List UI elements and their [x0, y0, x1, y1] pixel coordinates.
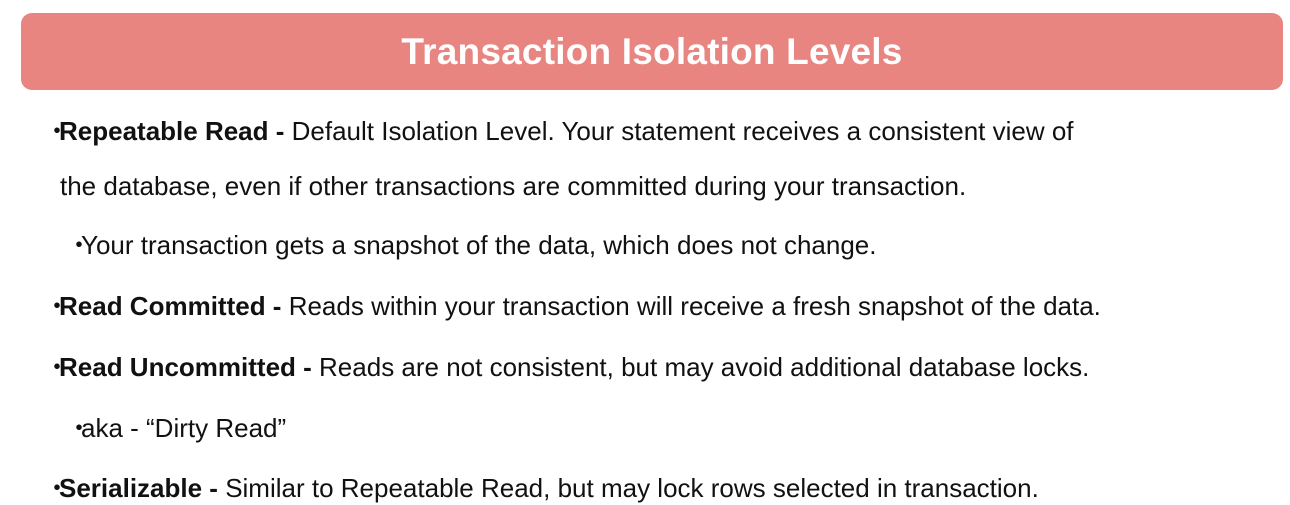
list-item-serializable: ・Serializable - Similar to Repeatable Re… [44, 471, 1039, 505]
sub-list-item-snapshot: ・Your transaction gets a snapshot of the… [66, 228, 876, 262]
term-label: Repeatable Read [59, 116, 269, 146]
sub-item-text: aka - “Dirty Read” [81, 413, 287, 443]
bullet-icon: ・ [66, 413, 93, 443]
list-item-repeatable-read: ・Repeatable Read - Default Isolation Lev… [44, 114, 1074, 148]
term-description: Reads within your transaction will recei… [288, 291, 1101, 321]
term-description: Similar to Repeatable Read, but may lock… [225, 473, 1039, 503]
term-label: Read Uncommitted [59, 352, 296, 382]
sub-list-item-dirty-read: ・aka - “Dirty Read” [66, 411, 286, 445]
term-description: Reads are not consistent, but may avoid … [319, 352, 1090, 382]
bullet-icon: ・ [44, 473, 71, 503]
bullet-icon: ・ [44, 352, 71, 382]
bullet-icon: ・ [66, 230, 93, 260]
bullet-icon: ・ [44, 116, 71, 146]
list-item-continuation: the database, even if other transactions… [60, 169, 966, 203]
term-description: Default Isolation Level. Your statement … [291, 116, 1074, 146]
term-separator: - [202, 473, 226, 503]
term-description-continued: the database, even if other transactions… [60, 171, 967, 201]
list-item-read-committed: ・Read Committed - Reads within your tran… [44, 289, 1101, 323]
term-label: Read Committed [59, 291, 266, 321]
term-separator: - [265, 291, 289, 321]
sub-item-text: Your transaction gets a snapshot of the … [81, 230, 877, 260]
term-separator: - [268, 116, 292, 146]
term-label: Serializable [59, 473, 203, 503]
bullet-icon: ・ [44, 291, 71, 321]
term-separator: - [295, 352, 320, 382]
list-item-read-uncommitted: ・Read Uncommitted - Reads are not consis… [44, 350, 1089, 384]
bullet-list: ・Repeatable Read - Default Isolation Lev… [0, 0, 1290, 505]
